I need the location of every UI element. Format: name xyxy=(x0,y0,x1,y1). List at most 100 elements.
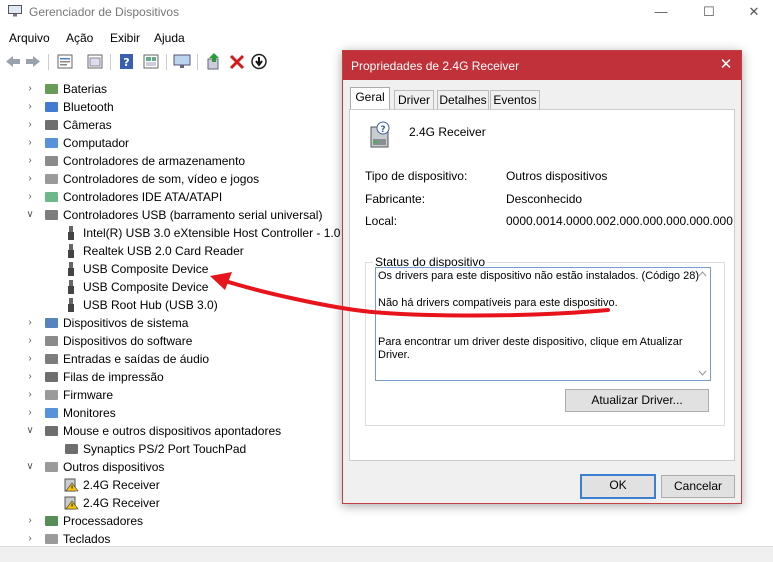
tree-child-item[interactable]: 2.4G Receiver xyxy=(0,494,342,512)
tree-category-item[interactable]: › Computador xyxy=(0,134,342,152)
help-icon[interactable]: ? xyxy=(118,53,136,70)
expand-chevron-icon[interactable]: › xyxy=(25,350,35,368)
back-icon[interactable] xyxy=(4,53,22,70)
tree-category-item[interactable]: ∨ Outros dispositivos xyxy=(0,458,342,476)
device-icon xyxy=(45,372,58,382)
expand-chevron-icon[interactable]: › xyxy=(25,98,35,116)
tree-child-item[interactable]: USB Composite Device xyxy=(0,260,342,278)
expand-chevron-icon[interactable]: › xyxy=(25,512,35,530)
status-line: Para encontrar um driver deste dispositi… xyxy=(378,336,683,348)
tree-category-item[interactable]: › Monitores xyxy=(0,404,342,422)
device-icon xyxy=(45,318,58,328)
scan-icon[interactable] xyxy=(250,53,268,70)
dialog-close-icon[interactable]: ✕ xyxy=(717,56,735,74)
tree-item-label: Câmeras xyxy=(63,118,112,132)
status-line: Driver. xyxy=(378,349,410,361)
expand-chevron-icon[interactable]: › xyxy=(25,170,35,188)
ok-button[interactable]: OK xyxy=(580,474,656,499)
device-icon xyxy=(45,516,58,526)
tree-category-item[interactable]: › Câmeras xyxy=(0,116,342,134)
update-driver-button[interactable]: Atualizar Driver... xyxy=(565,389,709,412)
tree-category-item[interactable]: › Firmware xyxy=(0,386,342,404)
tree-category-item[interactable]: › Controladores IDE ATA/ATAPI xyxy=(0,188,342,206)
tree-item-label: Outros dispositivos xyxy=(63,460,165,474)
tree-category-item[interactable]: › Entradas e saídas de áudio xyxy=(0,350,342,368)
status-textbox[interactable]: Os drivers para este dispositivo não est… xyxy=(375,267,711,381)
menu-exibir[interactable]: Exibir xyxy=(110,31,140,45)
expand-chevron-icon[interactable]: › xyxy=(25,152,35,170)
add-driver-icon[interactable] xyxy=(205,53,223,70)
menu-acao[interactable]: Ação xyxy=(66,31,93,45)
tree-item-label: Realtek USB 2.0 Card Reader xyxy=(83,244,244,258)
tab-geral[interactable]: Geral xyxy=(350,87,390,111)
menu-ajuda[interactable]: Ajuda xyxy=(154,31,185,45)
tree-category-item[interactable]: › Controladores de som, vídeo e jogos xyxy=(0,170,342,188)
dialog-title-bar: Propriedades de 2.4G Receiver ✕ xyxy=(343,51,741,80)
tree-child-item[interactable]: USB Root Hub (USB 3.0) xyxy=(0,296,342,314)
tree-category-item[interactable]: › Filas de impressão xyxy=(0,368,342,386)
menu-arquivo[interactable]: Arquivo xyxy=(9,31,50,45)
tree-category-item[interactable]: › Bluetooth xyxy=(0,98,342,116)
tree-category-item[interactable]: › Baterias xyxy=(0,80,342,98)
expand-chevron-icon[interactable]: › xyxy=(25,134,35,152)
tab-driver[interactable]: Driver xyxy=(394,90,434,110)
cancel-button[interactable]: Cancelar xyxy=(661,475,735,498)
toolbar-separator xyxy=(48,54,49,70)
device-icon xyxy=(45,174,58,184)
collapse-chevron-icon[interactable]: ∨ xyxy=(25,422,35,440)
device-icon xyxy=(45,408,58,418)
tree-category-item[interactable]: › Controladores de armazenamento xyxy=(0,152,342,170)
tree-item-label: Entradas e saídas de áudio xyxy=(63,352,210,366)
expand-chevron-icon[interactable]: › xyxy=(25,368,35,386)
expand-chevron-icon[interactable]: › xyxy=(25,404,35,422)
menu-bar: Arquivo Ação Exibir Ajuda xyxy=(0,27,773,47)
expand-chevron-icon[interactable]: › xyxy=(25,386,35,404)
properties-icon[interactable] xyxy=(56,53,74,70)
expand-chevron-icon[interactable]: › xyxy=(25,188,35,206)
tree-category-item[interactable]: › Dispositivos de sistema xyxy=(0,314,342,332)
tree-category-item[interactable]: › Dispositivos do software xyxy=(0,332,342,350)
tree-category-item[interactable]: ∨ Mouse e outros dispositivos apontadores xyxy=(0,422,342,440)
warning-device-icon xyxy=(64,496,79,510)
svg-text:?: ? xyxy=(123,56,129,69)
toolbar-separator xyxy=(166,54,167,70)
update-icon[interactable] xyxy=(86,53,104,70)
view-icon[interactable] xyxy=(142,53,160,70)
collapse-chevron-icon[interactable]: ∨ xyxy=(25,206,35,224)
forward-icon[interactable] xyxy=(24,53,42,70)
device-icon xyxy=(68,226,74,240)
status-line: Os drivers para este dispositivo não est… xyxy=(378,270,700,282)
device-icon xyxy=(45,390,58,400)
tree-category-item[interactable]: ∨ Controladores USB (barramento serial un… xyxy=(0,206,342,224)
tree-item-label: Baterias xyxy=(63,82,108,96)
tree-child-item[interactable]: 2.4G Receiver xyxy=(0,476,342,494)
expand-chevron-icon[interactable]: › xyxy=(25,116,35,134)
tree-child-item[interactable]: Intel(R) USB 3.0 eXtensible Host Control… xyxy=(0,224,358,242)
tree-child-item[interactable]: Realtek USB 2.0 Card Reader xyxy=(0,242,342,260)
monitor-icon[interactable] xyxy=(173,53,191,70)
tree-item-label: Computador xyxy=(63,136,130,150)
horizontal-scrollbar[interactable] xyxy=(0,546,773,562)
tab-eventos[interactable]: Eventos xyxy=(490,90,540,110)
collapse-chevron-icon[interactable]: ∨ xyxy=(25,458,35,476)
minimize-button[interactable]: — xyxy=(646,2,676,22)
tree-item-label: 2.4G Receiver xyxy=(83,478,160,492)
prop-value-type: Outros dispositivos xyxy=(506,169,608,183)
expand-chevron-icon[interactable]: › xyxy=(25,80,35,98)
toolbar-separator xyxy=(197,54,198,70)
maximize-button[interactable]: ☐ xyxy=(694,2,724,22)
tree-item-label: Synaptics PS/2 Port TouchPad xyxy=(83,442,247,456)
expand-chevron-icon[interactable]: › xyxy=(25,314,35,332)
close-button[interactable]: ✕ xyxy=(739,2,769,22)
device-name: 2.4G Receiver xyxy=(409,125,486,139)
tree-item-label: Controladores IDE ATA/ATAPI xyxy=(63,190,223,204)
tree-category-item[interactable]: › Processadores xyxy=(0,512,342,530)
uninstall-icon[interactable] xyxy=(228,53,246,70)
tree-item-label: Controladores de som, vídeo e jogos xyxy=(63,172,260,186)
expand-chevron-icon[interactable]: › xyxy=(25,332,35,350)
tree-child-item[interactable]: Synaptics PS/2 Port TouchPad xyxy=(0,440,342,458)
tab-detalhes[interactable]: Detalhes xyxy=(437,90,489,110)
status-scrollbar[interactable] xyxy=(695,268,710,380)
tree-child-item[interactable]: USB Composite Device xyxy=(0,278,342,296)
device-icon xyxy=(45,84,58,94)
